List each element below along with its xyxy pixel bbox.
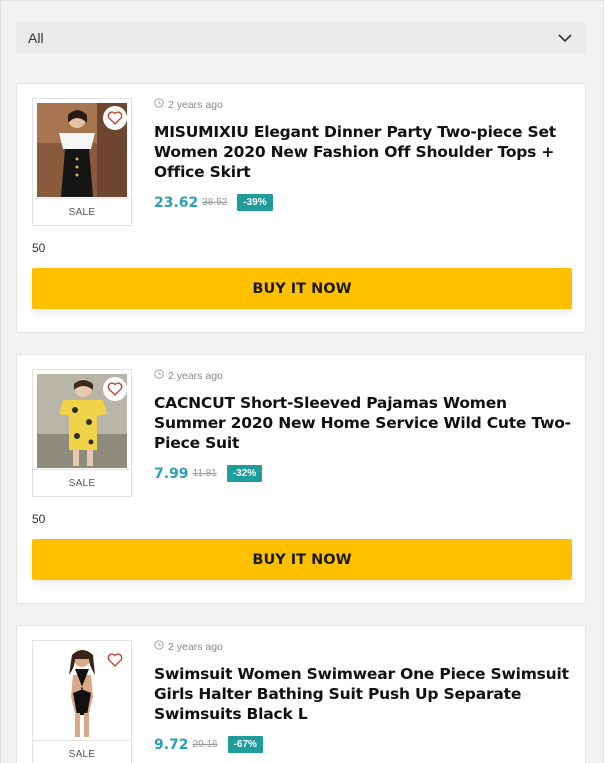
time-ago-text: 2 years ago <box>168 640 223 653</box>
old-price: 11.81 <box>192 468 217 479</box>
product-title[interactable]: CACNCUT Short-Sleeved Pajamas Women Summ… <box>154 393 579 453</box>
product-title[interactable]: Swimsuit Women Swimwear One Piece Swimsu… <box>154 664 579 724</box>
product-count: 50 <box>32 512 46 526</box>
clock-icon <box>154 640 164 653</box>
discount-badge: -39% <box>237 194 273 211</box>
post-time: 2 years ago <box>154 369 223 382</box>
sale-label: SALE <box>33 469 131 496</box>
clock-icon <box>154 369 164 382</box>
sale-label: SALE <box>33 198 131 225</box>
current-price: 23.62 <box>154 194 199 211</box>
category-filter-value: All <box>28 29 44 46</box>
current-price: 7.99 <box>154 465 189 482</box>
product-card: SALE 2 years ago CACNCUT Short-Sleeved P… <box>16 354 586 604</box>
product-card: SALE 2 years ago MISUMIXIU Elegant Dinne… <box>16 83 586 333</box>
product-thumbnail[interactable]: SALE <box>32 640 132 763</box>
old-price: 38.52 <box>202 197 228 208</box>
product-thumbnail[interactable]: SALE <box>32 98 132 226</box>
chevron-down-icon <box>558 31 572 45</box>
sale-label: SALE <box>33 740 131 763</box>
discount-badge: -67% <box>227 736 263 753</box>
current-price: 9.72 <box>154 736 189 753</box>
product-card: SALE 2 years ago Swimsuit Women Swimwear… <box>16 625 586 763</box>
time-ago-text: 2 years ago <box>168 98 223 111</box>
time-ago-text: 2 years ago <box>168 369 223 382</box>
wishlist-heart-icon[interactable] <box>103 106 127 130</box>
discount-badge: -32% <box>226 465 263 482</box>
post-time: 2 years ago <box>154 640 223 653</box>
category-filter-select[interactable]: All <box>16 22 586 53</box>
post-time: 2 years ago <box>154 98 223 111</box>
product-thumbnail[interactable]: SALE <box>32 369 132 497</box>
buy-it-now-button[interactable]: BUY IT NOW <box>32 268 572 309</box>
product-count: 50 <box>32 241 46 255</box>
price-row: 23.62 38.52 -39% <box>154 194 273 211</box>
price-row: 7.99 11.81 -32% <box>154 465 263 482</box>
wishlist-heart-icon[interactable] <box>103 377 127 401</box>
product-title[interactable]: MISUMIXIU Elegant Dinner Party Two-piece… <box>154 122 579 182</box>
buy-it-now-button[interactable]: BUY IT NOW <box>32 539 572 580</box>
wishlist-heart-icon[interactable] <box>103 648 127 672</box>
price-row: 9.72 29.16 -67% <box>154 736 263 753</box>
clock-icon <box>154 98 164 111</box>
old-price: 29.16 <box>192 739 218 750</box>
